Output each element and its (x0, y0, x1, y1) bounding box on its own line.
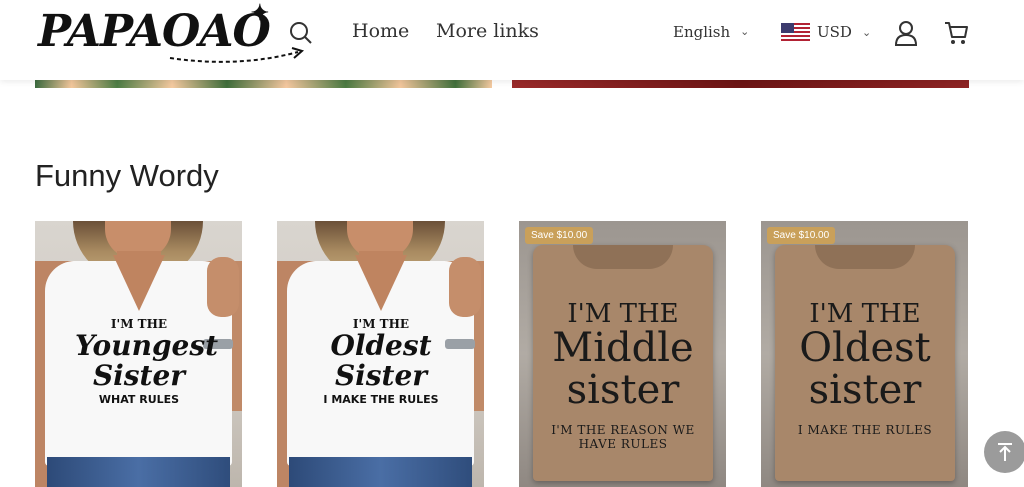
shirt-print: I'M THE Youngest Sister WHAT RULES (75, 317, 219, 406)
print-line-2: Middle (552, 325, 694, 371)
arrow-up-icon (998, 443, 1012, 461)
product-card[interactable]: I'M THE Oldest Sister I MAKE THE RULES (277, 221, 484, 487)
site-logo[interactable]: PAPAOAO ✦ (38, 0, 305, 66)
product-image: I'M THE Youngest Sister WHAT RULES (35, 221, 242, 487)
product-image: I'M THE Middle sister I'M THE REASON WE … (519, 221, 726, 487)
language-select[interactable]: English ⌄ (673, 23, 749, 41)
language-label: English (673, 23, 731, 41)
print-small: WHAT RULES (98, 393, 180, 406)
account-icon[interactable] (894, 20, 918, 46)
shirt-print: I'M THE Oldest Sister I MAKE THE RULES (317, 317, 445, 406)
product-image: I'M THE Oldest Sister I MAKE THE RULES (277, 221, 484, 487)
print-line-4: I MAKE THE RULES (797, 423, 933, 437)
banner-image-right[interactable] (512, 80, 969, 88)
site-header: PAPAOAO ✦ Home More links English ⌄ USD ⌄ (0, 0, 1024, 80)
product-image: I'M THE Oldest sister I MAKE THE RULES (761, 221, 968, 487)
section-title: Funny Wordy (35, 158, 219, 193)
product-card[interactable]: I'M THE Middle sister I'M THE REASON WE … (519, 221, 726, 487)
chevron-down-icon: ⌄ (740, 25, 750, 38)
sparkle-icon: ✦ (250, 0, 269, 26)
cart-icon[interactable] (943, 20, 969, 46)
print-line-3: sister (566, 367, 680, 413)
logo-arrow-icon (169, 47, 305, 63)
save-badge: Save $10.00 (767, 227, 836, 244)
currency-label: USD (817, 23, 852, 41)
print-line-1: I'M THE (809, 299, 921, 329)
print-word-2: Sister (334, 359, 428, 392)
us-flag-icon (781, 23, 810, 41)
print-line-3: sister (808, 367, 922, 413)
shirt-print: I'M THE Oldest sister I MAKE THE RULES (775, 301, 955, 437)
product-card[interactable]: I'M THE Oldest sister I MAKE THE RULES S… (761, 221, 968, 487)
print-word-2: Sister (92, 359, 186, 392)
nav-home[interactable]: Home (352, 20, 409, 42)
print-word-1: Oldest (330, 329, 432, 362)
nav-more-links[interactable]: More links (436, 20, 539, 42)
print-line-2: Oldest (799, 325, 931, 371)
save-badge: Save $10.00 (525, 227, 594, 244)
banner-image-left[interactable] (35, 80, 492, 88)
back-to-top-button[interactable] (984, 431, 1024, 473)
currency-select[interactable]: USD ⌄ (781, 23, 871, 41)
print-line-4: I'M THE REASON WE HAVE RULES (551, 423, 695, 451)
print-line-1: I'M THE (567, 299, 679, 329)
print-small: I MAKE THE RULES (323, 393, 439, 406)
shirt-print: I'M THE Middle sister I'M THE REASON WE … (533, 301, 713, 451)
product-card[interactable]: I'M THE Youngest Sister WHAT RULES (35, 221, 242, 487)
search-icon[interactable] (288, 20, 314, 46)
chevron-down-icon: ⌄ (861, 25, 872, 39)
print-word-1: Youngest (75, 329, 219, 362)
